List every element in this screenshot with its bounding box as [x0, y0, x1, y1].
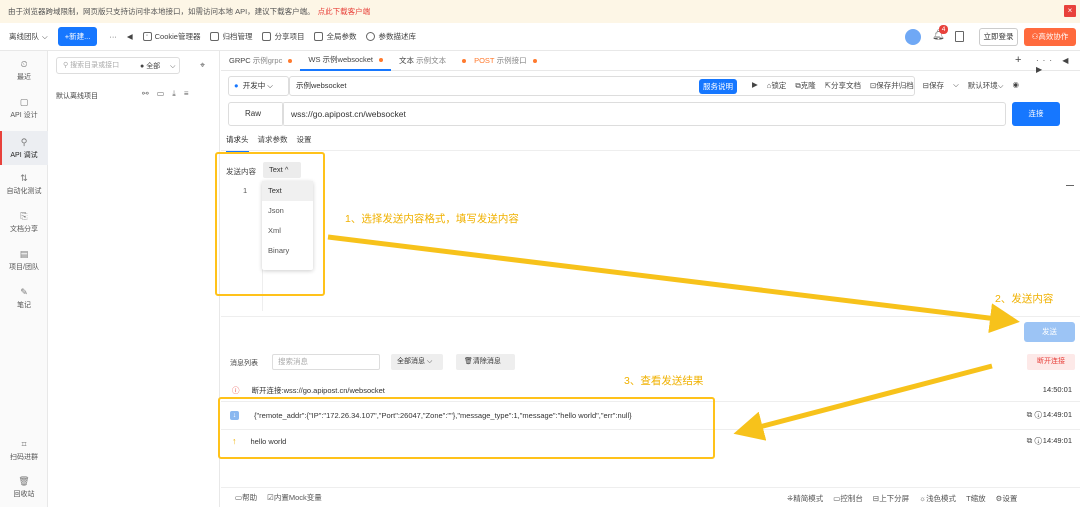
- annotation-arrows: [327, 234, 1020, 441]
- arrow-to-results: [733, 363, 993, 441]
- arrow-to-send: [327, 234, 1020, 334]
